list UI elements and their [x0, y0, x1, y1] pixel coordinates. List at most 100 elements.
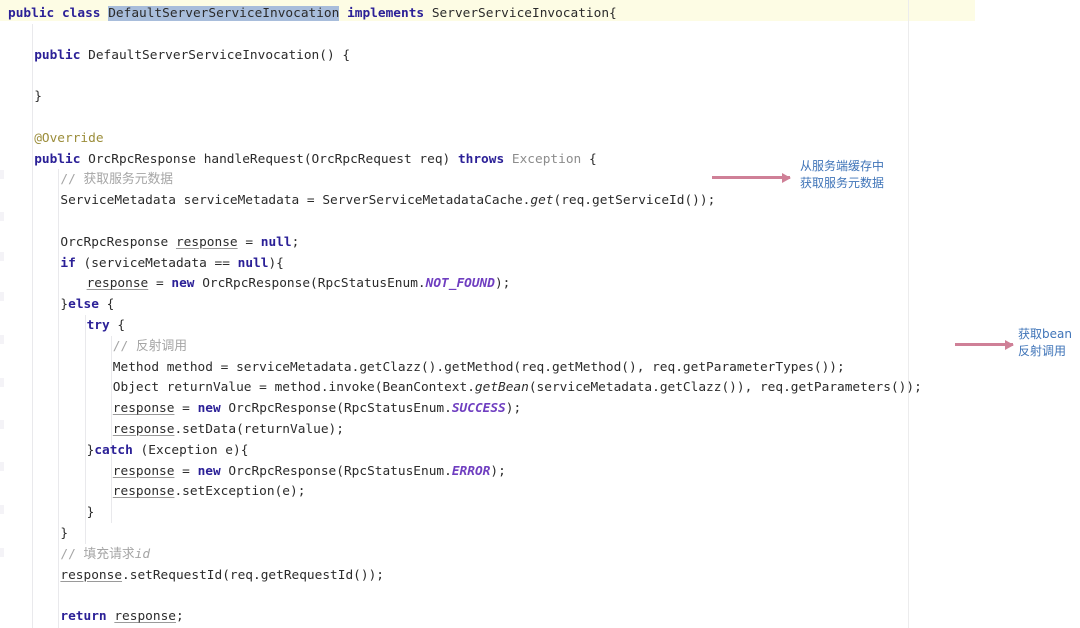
- code-line[interactable]: [0, 24, 8, 45]
- code-token: public: [34, 151, 81, 167]
- code-line[interactable]: // 填充请求id: [0, 544, 150, 565]
- code-line[interactable]: public OrcRpcResponse handleRequest(OrcR…: [0, 149, 597, 170]
- code-token: response: [112, 463, 175, 479]
- code-line[interactable]: public class DefaultServerServiceInvocat…: [0, 3, 617, 24]
- code-token: id: [134, 546, 151, 562]
- code-token: DefaultServerServiceInvocation() {: [80, 47, 351, 63]
- code-line[interactable]: }: [0, 86, 42, 107]
- code-token: Method method = serviceMetadata.getClazz…: [112, 359, 845, 375]
- code-token: new: [171, 276, 195, 292]
- code-editor[interactable]: public class DefaultServerServiceInvocat…: [0, 0, 1080, 628]
- code-line[interactable]: // 获取服务元数据: [0, 169, 173, 190]
- code-token: Exception: [511, 151, 582, 167]
- code-line[interactable]: if (serviceMetadata == null){: [0, 253, 284, 274]
- code-token: response: [112, 422, 175, 437]
- code-token: (serviceMetadata.getClazz()), req.getPar…: [528, 380, 922, 396]
- code-token: ;: [291, 234, 300, 250]
- code-line[interactable]: response = new OrcRpcResponse(RpcStatusE…: [0, 273, 511, 294]
- callout-line-1: 获取bean: [1018, 327, 1072, 341]
- code-token: ){: [268, 255, 284, 271]
- code-token: ServiceMetadata serviceMetadata = Server…: [60, 193, 531, 209]
- code-line[interactable]: public DefaultServerServiceInvocation() …: [0, 45, 350, 66]
- code-line[interactable]: @Override: [0, 128, 104, 149]
- code-token: =: [174, 463, 198, 479]
- code-token: }: [60, 297, 69, 313]
- code-token: throws: [457, 151, 505, 167]
- code-token: new: [197, 463, 221, 479]
- code-line[interactable]: }: [0, 502, 95, 523]
- code-token: );: [494, 276, 511, 292]
- code-token: {: [98, 297, 115, 313]
- code-screenshot: public class DefaultServerServiceInvocat…: [0, 0, 1080, 628]
- code-line[interactable]: [0, 107, 8, 128]
- code-token: response: [86, 276, 149, 292]
- code-token: DefaultServerServiceInvocation: [108, 6, 340, 21]
- code-token: {: [581, 151, 597, 167]
- code-token: =: [148, 276, 172, 292]
- code-token: if: [60, 255, 76, 271]
- code-token: // 反射调用: [112, 338, 188, 354]
- code-token: (serviceMetadata ==: [75, 255, 238, 271]
- code-token: public: [34, 47, 81, 63]
- code-token: Object returnValue = method.invoke(BeanC…: [112, 380, 475, 396]
- code-token: new: [197, 401, 221, 417]
- code-token: }: [60, 526, 69, 541]
- code-token: ;: [175, 609, 184, 625]
- code-token: @Override: [34, 130, 104, 146]
- callout-service-metadata-cache: 从服务端缓存中 获取服务元数据: [800, 158, 884, 192]
- code-token: // 获取服务元数据: [60, 172, 174, 188]
- code-line[interactable]: ServiceMetadata serviceMetadata = Server…: [0, 190, 715, 211]
- code-line[interactable]: }: [0, 523, 68, 544]
- code-token: (Exception e){: [132, 442, 249, 458]
- code-token: OrcRpcResponse(RpcStatusEnum.: [220, 401, 452, 417]
- code-token: catch: [94, 442, 133, 458]
- code-token: =: [237, 234, 261, 250]
- code-line[interactable]: [0, 211, 60, 232]
- code-line[interactable]: response = new OrcRpcResponse(RpcStatusE…: [0, 398, 521, 419]
- code-token: return: [60, 609, 107, 625]
- callout-arrow-icon: [712, 172, 791, 183]
- callout-line-2: 获取服务元数据: [800, 176, 885, 190]
- code-token: );: [490, 463, 506, 479]
- code-token: OrcRpcResponse handleRequest(OrcRpcReque…: [80, 151, 458, 167]
- code-line[interactable]: response.setRequestId(req.getRequestId()…: [0, 565, 384, 586]
- callout-get-bean: 获取bean 反射调用: [1018, 326, 1072, 360]
- code-token: get: [530, 193, 554, 209]
- code-line[interactable]: try {: [0, 315, 126, 336]
- code-token: // 填充请求: [60, 546, 135, 562]
- code-token: .setRequestId(req.getRequestId());: [122, 567, 384, 583]
- code-token: response: [112, 484, 175, 500]
- code-line[interactable]: return response;: [0, 606, 184, 627]
- code-line[interactable]: Object returnValue = method.invoke(BeanC…: [0, 377, 922, 398]
- code-line[interactable]: }catch (Exception e){: [0, 440, 249, 461]
- code-token: null: [260, 234, 292, 250]
- code-token: =: [174, 401, 198, 417]
- code-line[interactable]: [0, 65, 34, 86]
- code-token: OrcRpcResponse(RpcStatusEnum.: [220, 463, 452, 479]
- code-token: response: [114, 609, 176, 625]
- code-line[interactable]: response = new OrcRpcResponse(RpcStatusE…: [0, 461, 506, 482]
- callout-line-1: 从服务端缓存中: [800, 159, 885, 173]
- code-token: null: [237, 255, 269, 271]
- code-line[interactable]: OrcRpcResponse response = null;: [0, 232, 299, 253]
- callout-line-2: 反射调用: [1018, 344, 1067, 358]
- code-token: try: [86, 318, 110, 333]
- code-token: .setData(returnValue);: [174, 422, 344, 437]
- code-token: OrcRpcResponse: [60, 234, 176, 250]
- code-token: response: [60, 567, 123, 583]
- code-token: response: [112, 401, 175, 417]
- code-line[interactable]: [0, 585, 60, 606]
- code-token: public: [8, 6, 55, 21]
- code-line[interactable]: response.setData(returnValue);: [0, 419, 344, 440]
- code-line[interactable]: }else {: [0, 294, 114, 315]
- code-line[interactable]: // 反射调用: [0, 336, 187, 357]
- code-token: (req.getServiceId());: [553, 193, 716, 209]
- code-token: getBean: [474, 380, 529, 396]
- code-line[interactable]: Method method = serviceMetadata.getClazz…: [0, 357, 845, 378]
- code-token: }: [86, 505, 95, 521]
- code-line[interactable]: response.setException(e);: [0, 481, 306, 502]
- code-token: class: [61, 6, 101, 21]
